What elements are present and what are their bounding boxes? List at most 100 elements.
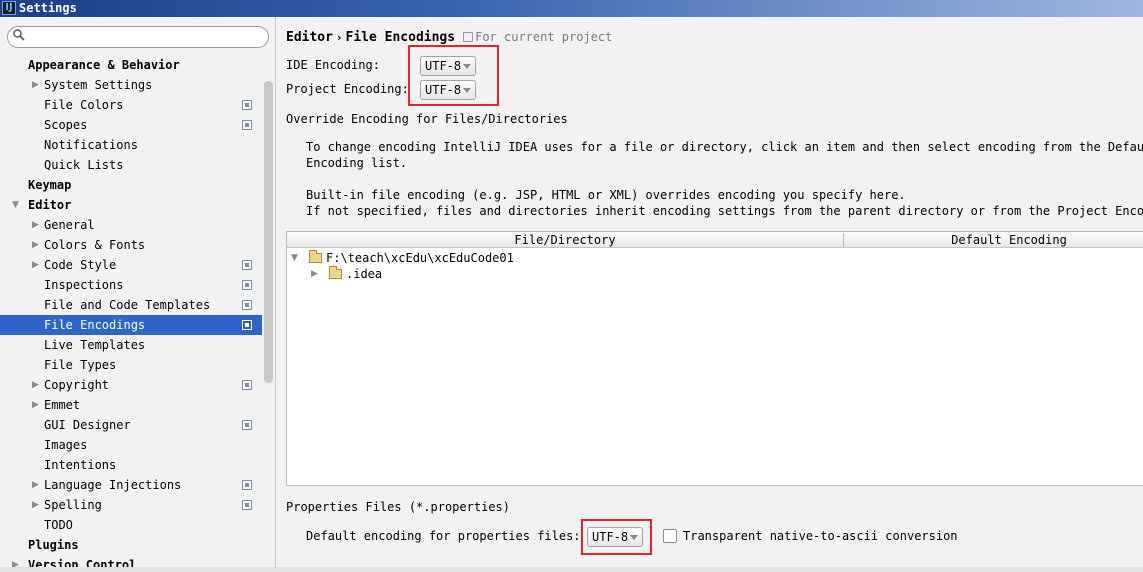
sidebar-item-language-injections[interactable]: ▶ Language Injections: [0, 475, 262, 495]
sidebar-item-label: File Types: [44, 358, 117, 372]
sidebar-scrollbar[interactable]: [264, 81, 273, 383]
sidebar-item-label: Colors & Fonts: [44, 238, 146, 252]
properties-encoding-label: Default encoding for properties files:: [306, 529, 581, 543]
breadcrumb-separator: ›: [336, 31, 342, 44]
sidebar-item-label: Keymap: [28, 178, 72, 192]
project-scope-icon: [242, 280, 252, 290]
search-input[interactable]: [30, 29, 260, 45]
sidebar-item-todo[interactable]: TODO: [0, 515, 262, 535]
folder-icon: [309, 250, 322, 263]
sidebar-item-inspections[interactable]: Inspections: [0, 275, 262, 295]
sidebar-item-file-and-code-templates[interactable]: File and Code Templates: [0, 295, 262, 315]
settings-search[interactable]: [7, 26, 269, 48]
sidebar-item-label: Copyright: [44, 378, 110, 392]
sidebar-item-emmet[interactable]: ▶ Emmet: [0, 395, 262, 415]
sidebar-item-label: Scopes: [44, 118, 88, 132]
sidebar-item-label: Intentions: [44, 458, 117, 472]
sidebar-item-notifications[interactable]: Notifications: [0, 135, 262, 155]
column-header-default-encoding[interactable]: Default Encoding: [844, 232, 1143, 248]
sidebar-item-label: File Encodings: [44, 318, 146, 332]
project-encoding-label: Project Encoding:: [286, 82, 409, 96]
sidebar-item-label: Appearance & Behavior: [28, 58, 180, 72]
sidebar-item-label: File and Code Templates: [44, 298, 211, 312]
sidebar-item-spelling[interactable]: ▶ Spelling: [0, 495, 262, 515]
project-scope-icon: [463, 32, 474, 42]
breadcrumb: Editor › File Encodings For current project: [286, 30, 612, 45]
project-scope-icon: [242, 300, 252, 310]
sidebar-item-file-encodings[interactable]: File Encodings: [0, 315, 262, 335]
breadcrumb-scope: For current project: [475, 30, 613, 44]
sidebar-item-label: Plugins: [28, 538, 79, 552]
window-bottom-edge: [0, 567, 1143, 572]
file-encodings-panel: Editor › File Encodings For current project…: [277, 17, 1143, 572]
override-section-title: Override Encoding for Files/Directories: [286, 112, 568, 126]
sidebar-item-copyright[interactable]: ▶ Copyright: [0, 375, 262, 395]
sidebar-item-label: File Colors: [44, 98, 124, 112]
sidebar-item-label: Notifications: [44, 138, 138, 152]
highlight-box-properties: [581, 519, 652, 555]
expand-right-icon[interactable]: ▶: [32, 375, 42, 395]
window-titlebar[interactable]: IJ Settings: [0, 0, 1143, 17]
sidebar-item-label: TODO: [44, 518, 73, 532]
breadcrumb-parent: Editor: [286, 30, 333, 45]
sidebar-item-plugins[interactable]: Plugins: [0, 535, 262, 555]
column-header-file-directory[interactable]: File/Directory: [287, 232, 843, 248]
project-scope-icon: [242, 380, 252, 390]
sidebar-item-file-colors[interactable]: File Colors: [0, 95, 262, 115]
search-icon: [13, 29, 25, 41]
sidebar-item-quick-lists[interactable]: Quick Lists: [0, 155, 262, 175]
sidebar-item-system-settings[interactable]: ▶ System Settings: [0, 75, 262, 95]
row-path: F:\teach\xcEdu\xcEduCode01: [326, 251, 514, 265]
sidebar-item-label: General: [44, 218, 95, 232]
project-scope-icon: [242, 320, 252, 330]
settings-sidebar: Appearance & Behavior ▶ System Settings Fil…: [0, 17, 276, 572]
project-scope-icon: [242, 100, 252, 110]
sidebar-item-label: Emmet: [44, 398, 81, 412]
table-row[interactable]: ▼ F:\teach\xcEdu\xcEduCode01: [287, 250, 1143, 266]
sidebar-item-keymap[interactable]: Keymap: [0, 175, 262, 195]
sidebar-item-label: Live Templates: [44, 338, 146, 352]
expand-right-icon[interactable]: ▶: [32, 495, 42, 515]
window-title: Settings: [19, 1, 77, 15]
table-row[interactable]: ▶ .idea: [287, 266, 1143, 282]
sidebar-item-label: Spelling: [44, 498, 102, 512]
properties-section-title: Properties Files (*.properties): [286, 500, 510, 514]
sidebar-item-scopes[interactable]: Scopes: [0, 115, 262, 135]
highlight-box-encodings: [408, 45, 499, 106]
override-help-line-3: Built-in file encoding (e.g. JSP, HTML o…: [306, 188, 906, 202]
sidebar-item-general[interactable]: ▶ General: [0, 215, 262, 235]
sidebar-item-intentions[interactable]: Intentions: [0, 455, 262, 475]
sidebar-item-label: Editor: [28, 198, 72, 212]
sidebar-item-colors-fonts[interactable]: ▶ Colors & Fonts: [0, 235, 262, 255]
intellij-app-icon: IJ: [2, 1, 16, 15]
expand-right-icon[interactable]: ▶: [32, 75, 42, 95]
sidebar-item-file-types[interactable]: File Types: [0, 355, 262, 375]
expand-right-icon[interactable]: ▶: [32, 475, 42, 495]
expand-right-icon[interactable]: ▶: [311, 266, 318, 282]
sidebar-item-images[interactable]: Images: [0, 435, 262, 455]
project-scope-icon: [242, 480, 252, 490]
ide-encoding-label: IDE Encoding:: [286, 58, 380, 72]
expand-right-icon[interactable]: ▶: [32, 215, 42, 235]
project-scope-icon: [242, 120, 252, 130]
expand-down-icon[interactable]: ▼: [12, 195, 22, 215]
transparent-conversion-checkbox[interactable]: [663, 529, 677, 543]
sidebar-item-gui-designer[interactable]: GUI Designer: [0, 415, 262, 435]
expand-down-icon[interactable]: ▼: [291, 250, 298, 266]
expand-right-icon[interactable]: ▶: [32, 395, 42, 415]
transparent-conversion-label[interactable]: Transparent native-to-ascii conversion: [683, 529, 958, 543]
expand-right-icon[interactable]: ▶: [32, 255, 42, 275]
encoding-table[interactable]: File/Directory Default Encoding ▼ F:\tea…: [286, 231, 1143, 486]
project-scope-icon: [242, 500, 252, 510]
project-scope-icon: [242, 420, 252, 430]
sidebar-item-code-style[interactable]: ▶ Code Style: [0, 255, 262, 275]
breadcrumb-current: File Encodings: [345, 30, 456, 45]
sidebar-item-live-templates[interactable]: Live Templates: [0, 335, 262, 355]
sidebar-item-editor[interactable]: ▼ Editor: [0, 195, 262, 215]
override-help-line-1: To change encoding IntelliJ IDEA uses fo…: [306, 140, 1143, 154]
sidebar-item-label: System Settings: [44, 78, 153, 92]
sidebar-item-label: Inspections: [44, 278, 124, 292]
sidebar-item-label: Images: [44, 438, 88, 452]
sidebar-item-appearance-behavior[interactable]: Appearance & Behavior: [0, 55, 262, 75]
expand-right-icon[interactable]: ▶: [32, 235, 42, 255]
